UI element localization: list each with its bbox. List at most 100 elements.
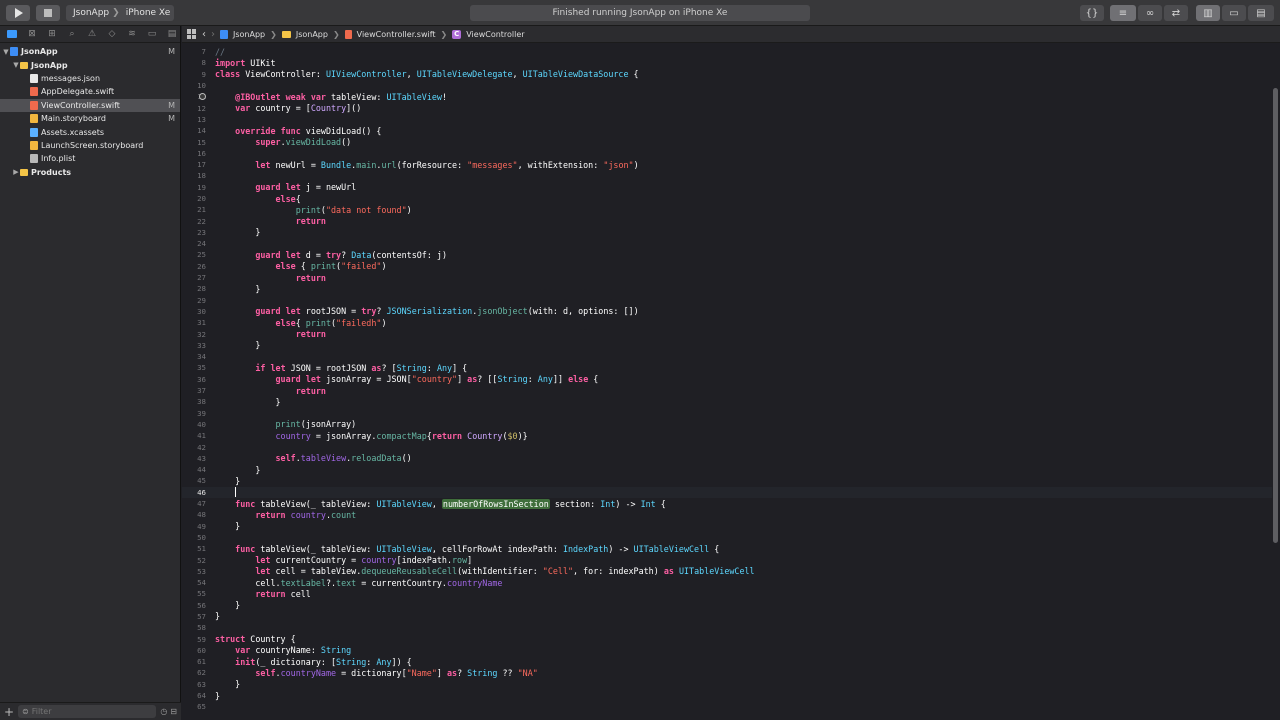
code-line[interactable]: 12 var country = [Country]()	[182, 102, 1272, 113]
source-editor[interactable]: 7//8 import UIKit 9 class ViewController: U…	[182, 44, 1280, 720]
code-line[interactable]: 16	[182, 148, 1272, 159]
code-line[interactable]: 44 }	[182, 464, 1272, 475]
code-line[interactable]: 21 print("data not found")	[182, 204, 1272, 215]
code-line[interactable]: 59 struct Country {	[182, 633, 1272, 644]
crumb-project[interactable]: JsonApp	[233, 30, 265, 39]
code-line[interactable]: 42	[182, 441, 1272, 452]
code-line[interactable]: 63 }	[182, 679, 1272, 690]
code-line[interactable]: 20 else{	[182, 193, 1272, 204]
tab-find[interactable]: ⌕	[65, 28, 79, 40]
code-line[interactable]: 37 return	[182, 385, 1272, 396]
code-line[interactable]: 27 return	[182, 272, 1272, 283]
code-line[interactable]: 24	[182, 238, 1272, 249]
code-line[interactable]: 36 guard let jsonArray = JSON["country"]…	[182, 374, 1272, 385]
code-line[interactable]: 55 return cell	[182, 588, 1272, 599]
code-line[interactable]: 58	[182, 622, 1272, 633]
code-line[interactable]: 10	[182, 80, 1272, 91]
run-button[interactable]	[6, 5, 30, 21]
add-icon[interactable]: +	[4, 705, 14, 719]
code-line[interactable]: 50	[182, 532, 1272, 543]
code-line[interactable]: 23 }	[182, 227, 1272, 238]
navigator-toggle-button[interactable]: ▥	[1196, 5, 1220, 21]
code-line[interactable]: 13	[182, 114, 1272, 125]
assistant-editor-button[interactable]: ∞	[1138, 5, 1162, 21]
code-line[interactable]: 38 }	[182, 396, 1272, 407]
code-area[interactable]: 7//8 import UIKit 9 class ViewController: U…	[182, 46, 1272, 713]
inspector-toggle-button[interactable]: ▤	[1248, 5, 1274, 21]
code-line[interactable]: 34	[182, 351, 1272, 362]
code-line[interactable]: 56 }	[182, 600, 1272, 611]
code-line[interactable]: 60 var countryName: String	[182, 645, 1272, 656]
code-line[interactable]: 8 import UIKit	[182, 57, 1272, 68]
debug-toggle-button[interactable]: ▭	[1222, 5, 1246, 21]
tree-item[interactable]: ▼ JsonApp M	[0, 45, 180, 58]
code-line[interactable]: 65	[182, 701, 1272, 712]
related-items-icon[interactable]	[187, 29, 197, 39]
tree-item[interactable]: LaunchScreen.storyboard	[0, 139, 180, 152]
code-line[interactable]: 41 country = jsonArray.compactMap{return…	[182, 430, 1272, 441]
tab-reports[interactable]: ▤	[165, 28, 179, 40]
disclosure-closed-icon[interactable]: ▶	[12, 168, 20, 176]
code-line[interactable]: 26 else { print("failed")	[182, 261, 1272, 272]
library-button[interactable]: {}	[1080, 5, 1104, 21]
code-line[interactable]: 9 class ViewController: UIViewController,…	[182, 69, 1272, 80]
code-line[interactable]: 14 override func viewDidLoad() {	[182, 125, 1272, 136]
code-line[interactable]: 18	[182, 170, 1272, 181]
filter-input[interactable]	[31, 707, 157, 716]
code-line[interactable]: 31 else{ print("failedh")	[182, 317, 1272, 328]
tab-tests[interactable]: ◇	[105, 28, 119, 40]
editor-scrollbar[interactable]	[1273, 88, 1278, 543]
tab-project[interactable]	[5, 28, 19, 40]
code-line[interactable]: 22 return	[182, 215, 1272, 226]
modified-files-icon[interactable]: ⊟	[170, 707, 177, 716]
code-line[interactable]: 33 }	[182, 340, 1272, 351]
tree-item[interactable]: messages.json	[0, 72, 180, 85]
code-line[interactable]: 19 guard let j = newUrl	[182, 182, 1272, 193]
code-line[interactable]: 35 if let JSON = rootJSON as? [String: A…	[182, 362, 1272, 373]
code-line[interactable]: 45 }	[182, 475, 1272, 486]
code-line[interactable]: 53 let cell = tableView.dequeueReusableC…	[182, 566, 1272, 577]
tab-symbols[interactable]: ⊞	[45, 28, 59, 40]
code-line[interactable]: 7 //	[182, 46, 1272, 57]
code-line[interactable]: 51 func tableView(_ tableView: UITableVi…	[182, 543, 1272, 554]
code-line[interactable]: 47 func tableView(_ tableView: UITableVi…	[182, 498, 1272, 509]
code-line[interactable]: 28 }	[182, 283, 1272, 294]
forward-icon[interactable]: ›	[211, 29, 215, 40]
code-line[interactable]: 15 super.viewDidLoad()	[182, 136, 1272, 147]
code-line[interactable]: 39	[182, 408, 1272, 419]
code-line[interactable]: 64}	[182, 690, 1272, 701]
disclosure-open-icon[interactable]: ▼	[12, 61, 20, 69]
tree-item[interactable]: Main.storyboard M	[0, 112, 180, 125]
code-line[interactable]: 25 guard let d = try? Data(contentsOf: j…	[182, 249, 1272, 260]
standard-editor-button[interactable]: ≡	[1110, 5, 1136, 21]
code-line[interactable]: 48 return country.count	[182, 509, 1272, 520]
code-line[interactable]: 29	[182, 295, 1272, 306]
stop-button[interactable]	[36, 5, 60, 21]
back-icon[interactable]: ‹	[202, 29, 206, 40]
tree-item[interactable]: Info.plist	[0, 152, 180, 165]
tree-item[interactable]: ▶ Products	[0, 166, 180, 179]
code-line[interactable]: 40 print(jsonArray)	[182, 419, 1272, 430]
scheme-selector[interactable]: JsonApp ❯ iPhone Xe	[66, 5, 174, 21]
version-editor-button[interactable]: ⇄	[1164, 5, 1188, 21]
code-line[interactable]: 46	[182, 486, 1272, 498]
crumb-symbol[interactable]: ViewController	[466, 30, 524, 39]
code-line[interactable]: 61 init(_ dictionary: [String: Any]) {	[182, 656, 1272, 667]
code-line[interactable]: 52 let currentCountry = country[indexPat…	[182, 554, 1272, 565]
code-line[interactable]: 49 }	[182, 520, 1272, 531]
code-line[interactable]: 32 return	[182, 328, 1272, 339]
tree-item[interactable]: AppDelegate.swift	[0, 85, 180, 98]
disclosure-open-icon[interactable]: ▼	[2, 48, 10, 56]
code-line[interactable]: 57}	[182, 611, 1272, 622]
crumb-group[interactable]: JsonApp	[296, 30, 328, 39]
tree-item[interactable]: Assets.xcassets	[0, 125, 180, 138]
tab-breakpoints[interactable]: ▭	[145, 28, 159, 40]
crumb-file[interactable]: ViewController.swift	[357, 30, 436, 39]
code-line[interactable]: 54 cell.textLabel?.text = currentCountry…	[182, 577, 1272, 588]
tab-source-control[interactable]: ⊠	[25, 28, 39, 40]
code-line[interactable]: 11 @IBOutlet weak var tableView: UITable…	[182, 91, 1272, 102]
tab-issues[interactable]: ⚠	[85, 28, 99, 40]
code-line[interactable]: 62 self.countryName = dictionary["Name"]…	[182, 667, 1272, 678]
code-line[interactable]: 43 self.tableView.reloadData()	[182, 453, 1272, 464]
tab-debug[interactable]: ≋	[125, 28, 139, 40]
